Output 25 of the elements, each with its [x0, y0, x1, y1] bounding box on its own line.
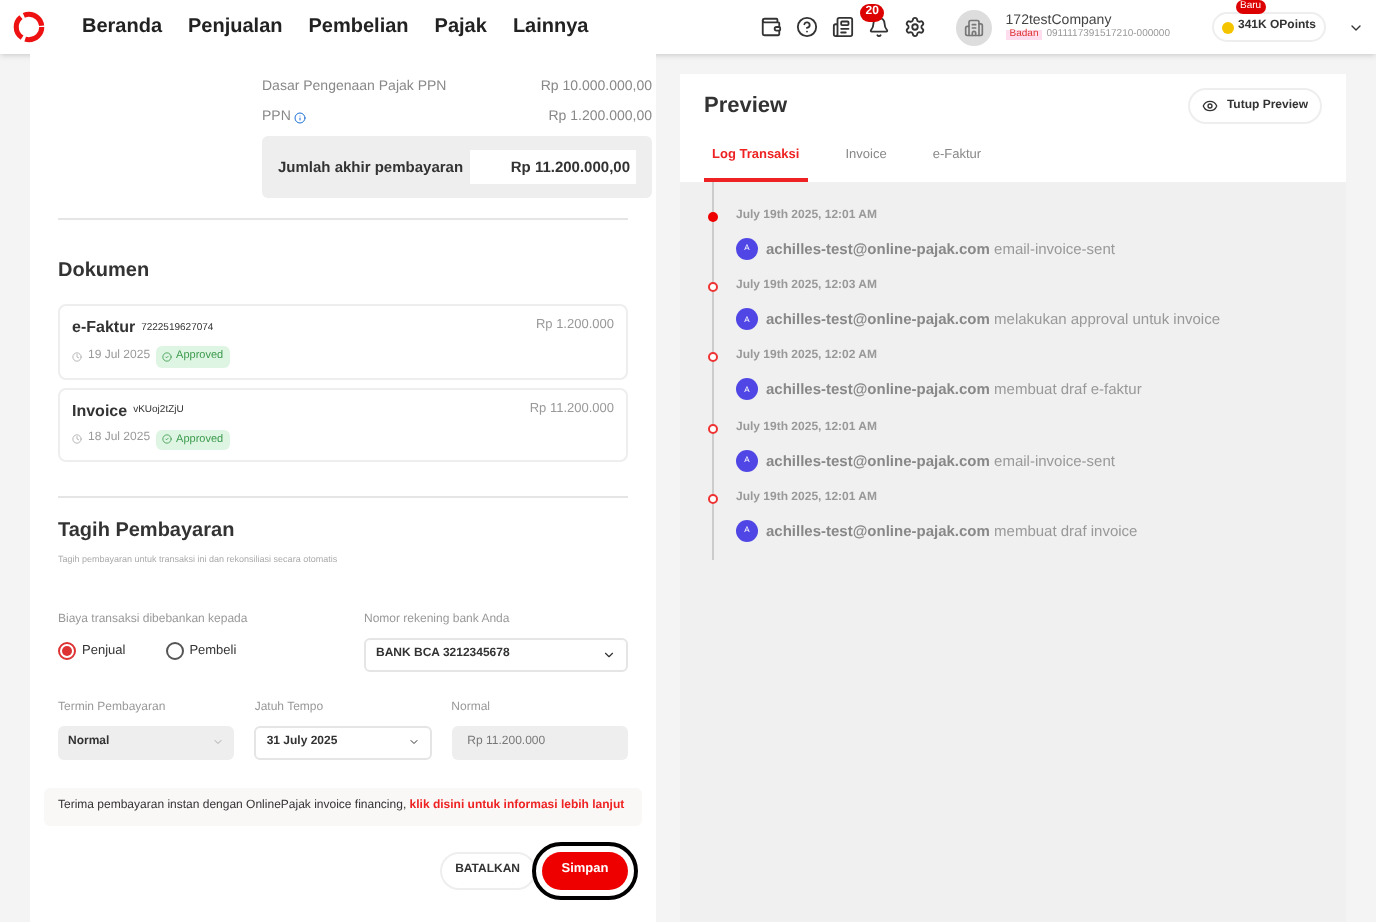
- notification-icon[interactable]: [867, 16, 890, 38]
- document-name: e-Faktur: [72, 316, 136, 341]
- wallet-icon[interactable]: [759, 16, 782, 38]
- clock-icon: [72, 434, 82, 445]
- document-name: Invoice: [72, 399, 128, 423]
- caret-icon: [212, 736, 225, 748]
- logo-icon[interactable]: [12, 10, 46, 44]
- nav-link[interactable]: Beranda: [82, 12, 163, 42]
- section-title: Dokumen: [58, 258, 152, 287]
- eye-icon: [1202, 98, 1219, 114]
- preview-title: Preview: [704, 91, 788, 122]
- nav-link[interactable]: Pajak: [434, 12, 487, 42]
- caret-icon: [602, 647, 616, 661]
- coin-icon: [1221, 21, 1234, 33]
- info-icon[interactable]: [294, 111, 307, 124]
- caret-icon: [407, 736, 420, 748]
- nav-link[interactable]: Penjualan: [188, 12, 283, 42]
- nav-link[interactable]: Pembelian: [308, 12, 409, 42]
- settings-icon[interactable]: [903, 16, 926, 38]
- clock-icon: [72, 351, 82, 362]
- nav-link[interactable]: Lainnya: [512, 12, 589, 42]
- company-avatar[interactable]: [955, 9, 992, 45]
- section-title: Tagih Pembayaran: [58, 517, 237, 546]
- help-icon[interactable]: [795, 16, 818, 38]
- news-icon[interactable]: [831, 16, 854, 38]
